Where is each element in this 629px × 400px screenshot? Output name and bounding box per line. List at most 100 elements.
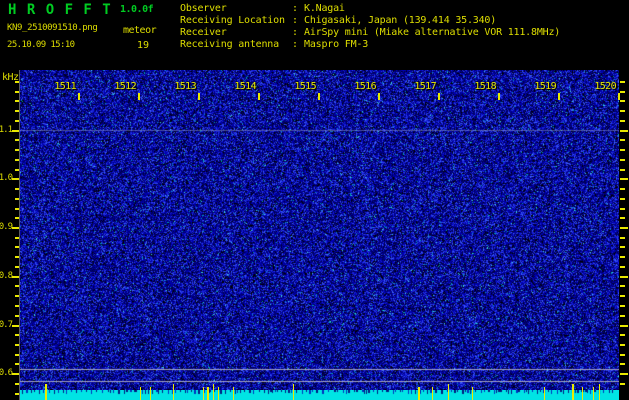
y-tick-label: 0.6 <box>0 368 13 379</box>
meteor-marker <box>418 387 420 400</box>
y-minor-tick-right <box>620 295 625 298</box>
y-minor-tick-left <box>15 314 19 317</box>
info-row: Receiver: AirSpy mini (Miake alternative … <box>180 27 560 39</box>
y-minor-tick-left <box>15 334 19 337</box>
info-value: AirSpy mini (Miake alternative VOR 111.8… <box>304 27 561 38</box>
observation-datetime: 25.10.09 15:10 <box>7 40 75 50</box>
y-minor-tick-left <box>15 197 19 200</box>
y-minor-tick-right <box>620 334 625 337</box>
x-minute-tick <box>78 93 80 100</box>
y-minor-tick-left <box>15 139 19 142</box>
spectrogram-noise-plot <box>20 70 619 390</box>
y-minor-tick-right <box>620 353 625 356</box>
info-separator: : <box>292 3 298 14</box>
hrofft-window: H R O F F T 1.0.0f KN9_2510091510.png me… <box>0 0 629 400</box>
y-major-tick-right <box>620 373 628 376</box>
y-minor-tick-left <box>15 119 19 122</box>
output-filename: KN9_2510091510.png <box>7 23 98 33</box>
x-tick-label: 1517 <box>414 81 436 92</box>
y-minor-tick-right <box>620 285 625 288</box>
x-tick-label: 1513 <box>174 81 196 92</box>
meteor-marker <box>233 387 234 400</box>
x-minute-tick <box>498 93 500 100</box>
x-tick-label: 1512 <box>114 81 136 92</box>
meteor-marker <box>218 387 219 400</box>
y-minor-tick-left <box>15 382 19 385</box>
y-minor-tick-left <box>15 343 19 346</box>
x-tick-label: 1520 <box>594 81 616 92</box>
y-minor-tick-left <box>15 217 19 220</box>
x-minute-tick <box>378 93 380 100</box>
signal-level-notches <box>20 390 619 400</box>
y-minor-tick-left <box>15 158 19 161</box>
y-minor-tick-right <box>620 246 625 249</box>
plot-left-border-line <box>19 70 20 400</box>
y-major-tick-left <box>12 373 19 376</box>
y-major-tick-right <box>620 227 628 230</box>
y-minor-tick-right <box>620 363 625 366</box>
y-minor-tick-left <box>15 392 19 395</box>
y-major-tick-left <box>12 275 19 278</box>
x-minute-tick <box>138 93 140 100</box>
y-minor-tick-left <box>15 168 19 171</box>
meteor-marker <box>213 384 214 400</box>
meteor-marker <box>203 387 204 400</box>
y-minor-tick-left <box>15 207 19 210</box>
y-major-tick-left <box>12 178 19 181</box>
y-minor-tick-left <box>15 188 19 191</box>
x-minute-tick <box>438 93 440 100</box>
y-tick-label: 0.8 <box>0 270 13 281</box>
y-minor-tick-left <box>15 256 19 259</box>
info-value: Maspro FM-3 <box>304 39 369 50</box>
meteor-marker <box>207 387 209 400</box>
y-minor-tick-left <box>15 100 19 103</box>
x-minute-tick <box>618 93 620 100</box>
meteor-marker <box>150 387 151 400</box>
y-tick-label: 0.7 <box>0 319 13 330</box>
y-minor-tick-right <box>620 149 625 152</box>
y-minor-tick-left <box>15 90 19 93</box>
meteor-marker <box>293 384 294 400</box>
x-tick-label: 1516 <box>354 81 376 92</box>
y-minor-tick-left <box>15 246 19 249</box>
y-tick-label: 1.0 <box>0 173 13 184</box>
y-minor-tick-right <box>620 90 625 93</box>
info-label: Receiver <box>180 27 227 38</box>
x-tick-label: 1511 <box>54 81 76 92</box>
x-tick-label: 1518 <box>474 81 496 92</box>
y-major-tick-left <box>12 227 19 230</box>
y-minor-tick-right <box>620 217 625 220</box>
y-minor-tick-right <box>620 343 625 346</box>
y-minor-tick-right <box>620 80 625 83</box>
info-separator: : <box>292 39 298 50</box>
meteor-marker <box>472 387 473 400</box>
y-minor-tick-right <box>620 188 625 191</box>
info-value: Chigasaki, Japan (139.414 35.340) <box>304 15 497 26</box>
y-minor-tick-right <box>620 207 625 210</box>
info-separator: : <box>292 27 298 38</box>
meteor-marker <box>45 384 47 400</box>
meteor-marker <box>593 387 594 400</box>
info-label: Receiving antenna <box>180 39 279 50</box>
y-major-tick-right <box>620 129 628 132</box>
y-minor-tick-left <box>15 110 19 113</box>
y-minor-tick-right <box>620 197 625 200</box>
meteor-marker <box>432 387 433 400</box>
y-major-tick-left <box>12 129 19 132</box>
meteor-marker <box>173 384 174 400</box>
app-version: 1.0.0f <box>120 4 154 15</box>
x-minute-tick <box>558 93 560 100</box>
y-major-tick-right <box>620 178 628 181</box>
y-major-tick-right <box>620 275 628 278</box>
x-minute-tick <box>258 93 260 100</box>
meteor-marker <box>448 384 449 400</box>
y-minor-tick-right <box>620 314 625 317</box>
y-tick-label: 1.1 <box>0 124 13 135</box>
y-tick-label: 0.9 <box>0 222 13 233</box>
meteor-count-value: 19 <box>137 40 150 51</box>
y-minor-tick-right <box>620 119 625 122</box>
y-minor-tick-right <box>620 236 625 239</box>
y-minor-tick-left <box>15 353 19 356</box>
meteor-marker <box>572 384 574 400</box>
info-separator: : <box>292 15 298 26</box>
